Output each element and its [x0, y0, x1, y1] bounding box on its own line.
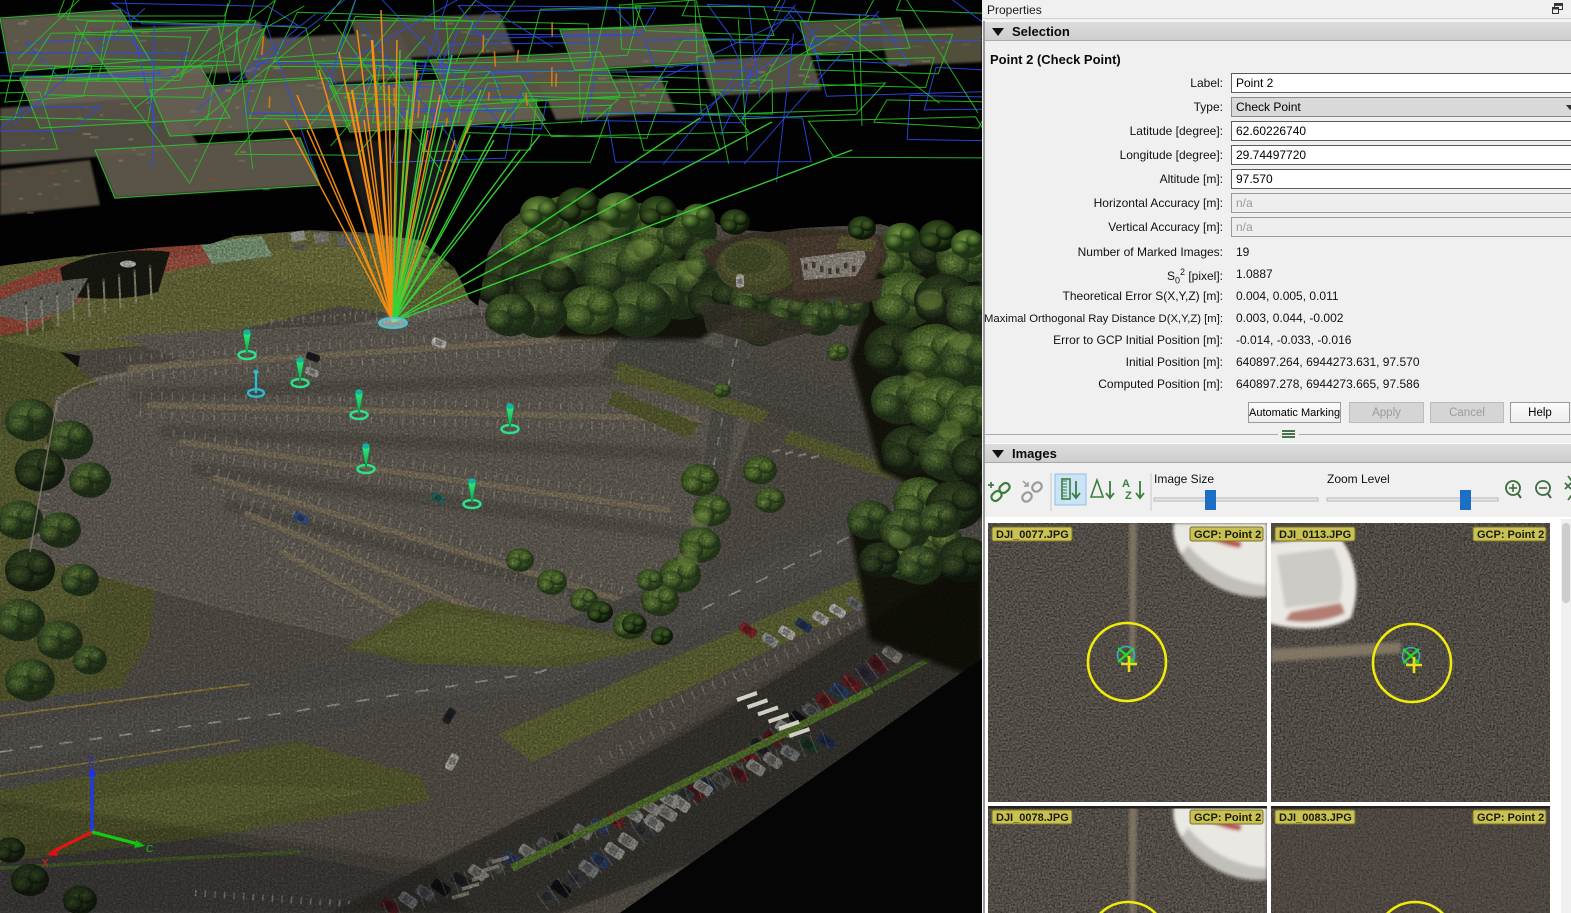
svg-text:GCP: Point 2: GCP: Point 2	[1194, 529, 1261, 541]
svg-text:DJI_0113.JPG: DJI_0113.JPG	[1279, 529, 1351, 541]
svg-text:Z: Z	[88, 756, 94, 767]
svg-text:GCP: Point 2: GCP: Point 2	[1477, 812, 1544, 824]
svg-text:DJI_0078.JPG: DJI_0078.JPG	[996, 812, 1069, 824]
svg-text:A: A	[1122, 478, 1130, 490]
svg-text:GCP: Point 2: GCP: Point 2	[1477, 529, 1544, 541]
svg-text:DJI_0083.JPG: DJI_0083.JPG	[1279, 812, 1352, 824]
svg-text:Z: Z	[1125, 490, 1132, 502]
svg-text:Zoom Level: Zoom Level	[1327, 472, 1390, 486]
svg-text:GCP: Point 2: GCP: Point 2	[1194, 812, 1261, 824]
svg-text:X: X	[42, 858, 49, 869]
svg-text:Image Size: Image Size	[1154, 472, 1214, 486]
svg-text:C: C	[146, 844, 153, 855]
svg-text:DJI_0077.JPG: DJI_0077.JPG	[996, 529, 1069, 541]
